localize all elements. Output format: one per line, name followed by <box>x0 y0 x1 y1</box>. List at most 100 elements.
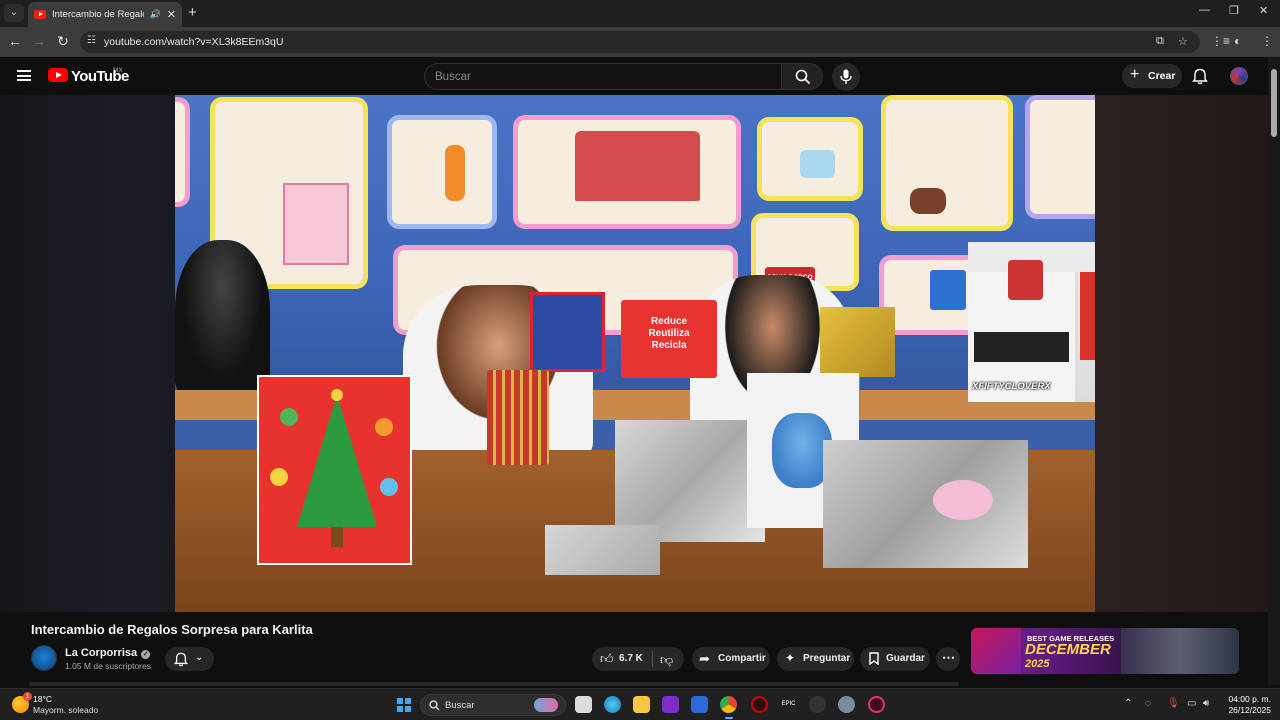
promo-banner[interactable]: BEST GAME RELEASES DECEMBER 2025 <box>971 628 1239 674</box>
address-bar[interactable]: ☷ youtube.com/watch?v=XL3k8EEm3qU ⧉ ☆ <box>80 31 1200 53</box>
taskbar-clock[interactable]: 04:00 p. m. 26/12/2025 <box>1219 694 1271 716</box>
windows-taskbar: 1 18°C Mayorm. soleado Buscar EPIC ⌃ ◌ 🎙… <box>0 688 1280 720</box>
thumbs-down-icon[interactable]: 👎︎ <box>660 652 673 668</box>
file-explorer-icon[interactable] <box>633 696 650 713</box>
create-button[interactable]: + Crear <box>1122 64 1182 88</box>
restore-icon[interactable]: ❐ <box>1229 4 1239 17</box>
task-view-icon[interactable] <box>575 696 592 713</box>
divider <box>652 651 653 667</box>
tab-search-button[interactable]: ⌄ <box>4 4 24 22</box>
clock-date: 26/12/2025 <box>1228 705 1271 715</box>
voice-search-button[interactable] <box>832 63 860 91</box>
ask-button[interactable]: ✦ Preguntar <box>777 647 854 671</box>
share-button[interactable]: ➦ Compartir <box>692 647 770 671</box>
browser-toolbar: ← → ↻ ☷ youtube.com/watch?v=XL3k8EEm3qU … <box>0 27 1280 57</box>
new-tab-button[interactable]: + <box>188 4 197 21</box>
close-tab-icon[interactable]: ✕ <box>167 8 176 21</box>
browser-tab-strip: ⌄ Intercambio de Regalos Sorpresa para K… <box>0 0 1280 27</box>
temperature[interactable]: 18°C <box>33 694 52 704</box>
app-icon-dark[interactable] <box>809 696 826 713</box>
video-gift-bag-small <box>487 370 549 465</box>
video-prop-toy <box>910 188 946 214</box>
promo-line2: DECEMBER <box>1025 641 1111 658</box>
channel-name[interactable]: La Corporrisa ✓ <box>65 647 151 659</box>
youtube-favicon-icon <box>34 10 46 19</box>
streamer-tag: XFIFTYCLOVERX <box>972 381 1051 392</box>
channel-name-text[interactable]: La Corporrisa <box>65 647 137 659</box>
scrollbar-thumb[interactable] <box>1271 69 1277 137</box>
hamburger-menu-icon[interactable] <box>17 70 31 81</box>
video-title: Intercambio de Regalos Sorpresa para Kar… <box>31 622 313 637</box>
bookmark-star-icon[interactable]: ☆ <box>1178 35 1188 48</box>
app-icon-blue[interactable] <box>691 696 708 713</box>
network-icon[interactable]: ▭ <box>1187 698 1196 709</box>
video-shelf <box>881 95 1013 231</box>
app-icon-pink[interactable] <box>868 696 885 713</box>
reload-icon[interactable]: ↻ <box>55 33 71 50</box>
webcam-poster <box>1008 260 1043 300</box>
forward-arrow-icon[interactable]: → <box>31 33 47 49</box>
more-actions-button[interactable]: ⋯ <box>936 647 960 671</box>
tray-app-icon[interactable]: ◌ <box>1145 698 1151 709</box>
create-label: Crear <box>1148 70 1176 82</box>
page-scrollbar[interactable] <box>1268 57 1280 685</box>
bag-text-reutiliza: Reutiliza <box>648 328 690 339</box>
search-button[interactable] <box>781 63 823 90</box>
close-window-icon[interactable]: ✕ <box>1259 4 1268 17</box>
video-gift-silver <box>615 420 765 542</box>
subscriber-count: 1.05 M de suscriptores <box>65 661 151 671</box>
tray-chevron-up-icon[interactable]: ⌃ <box>1124 698 1132 709</box>
thumbs-up-icon[interactable]: 👍︎ <box>600 651 614 667</box>
minimize-icon[interactable]: — <box>1199 4 1210 16</box>
settings-gear-icon[interactable] <box>838 696 855 713</box>
video-gift-small <box>545 525 660 575</box>
bookmark-icon <box>869 652 879 665</box>
search-highlight-icon <box>534 698 558 712</box>
browser-menu-icon[interactable]: ⋮ <box>1261 34 1273 48</box>
account-avatar[interactable] <box>1230 67 1248 85</box>
notifications-bell-icon[interactable] <box>1192 68 1208 85</box>
tab-groups-icon[interactable]: ⋮≡ <box>1211 34 1230 48</box>
promo-line3: 2025 <box>1025 658 1050 670</box>
profile-icon[interactable]: ◐ <box>1234 34 1241 48</box>
search-placeholder: Buscar <box>435 71 471 83</box>
edge-icon[interactable] <box>604 696 621 713</box>
like-dislike-group: 👍︎ 6.7 K 👎︎ <box>592 647 684 671</box>
chrome-icon[interactable] <box>720 696 737 713</box>
video-shelf <box>387 115 497 229</box>
microphone-tray-icon[interactable]: 🎙︎ <box>1167 698 1180 709</box>
save-button[interactable]: Guardar <box>860 647 930 671</box>
video-prop-box <box>283 183 349 265</box>
app-icon-purple[interactable] <box>662 696 679 713</box>
like-count[interactable]: 6.7 K <box>619 653 643 664</box>
app-icon-red[interactable] <box>751 696 768 713</box>
youtube-header: YouTube MX Buscar + Crear <box>0 57 1268 95</box>
back-arrow-icon[interactable]: ← <box>7 33 23 49</box>
site-info-icon[interactable]: ☷ <box>87 35 96 46</box>
webcam-shelf-items <box>974 332 1069 362</box>
browser-tab-active[interactable]: Intercambio de Regalos Sorpresa para Kar… <box>28 2 182 27</box>
taskbar-search-label: Buscar <box>445 700 475 711</box>
youtube-logo-icon[interactable] <box>48 68 68 82</box>
promo-art <box>1121 628 1239 674</box>
video-bag: Reduce Reutiliza Recicla <box>621 300 717 378</box>
notification-bell-icon <box>174 652 188 667</box>
weather-condition[interactable]: Mayorm. soleado <box>33 705 98 715</box>
webcam-overlay: XFIFTYCLOVERX <box>968 242 1095 402</box>
share-label: Compartir <box>718 653 766 664</box>
region-code: MX <box>113 67 123 74</box>
install-app-icon[interactable]: ⧉ <box>1156 35 1164 48</box>
video-player[interactable]: PENIS PORCO Reduce Reutiliza Recicla <box>175 95 1095 612</box>
epic-games-icon[interactable]: EPIC <box>780 696 797 713</box>
save-label: Guardar <box>886 653 925 664</box>
search-input[interactable]: Buscar <box>424 63 782 90</box>
description-preview-bar[interactable] <box>29 682 959 686</box>
channel-avatar[interactable] <box>31 645 57 671</box>
windows-start-icon[interactable] <box>397 698 411 712</box>
volume-icon[interactable]: 🔊︎ <box>1203 698 1209 709</box>
url-text[interactable]: youtube.com/watch?v=XL3k8EEm3qU <box>104 36 283 48</box>
verified-check-icon: ✓ <box>141 650 151 659</box>
subscription-button[interactable]: ⌄ <box>165 647 214 671</box>
taskbar-search[interactable]: Buscar <box>420 694 566 716</box>
speaker-icon[interactable]: 🔊 <box>150 9 161 20</box>
